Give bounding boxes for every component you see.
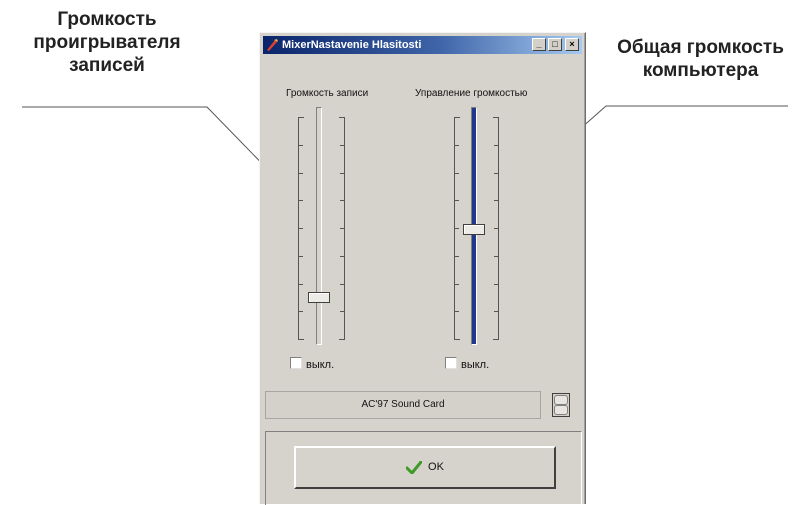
slider-tick: [494, 173, 499, 174]
record-mute-checkbox[interactable]: выкл.: [290, 357, 334, 371]
slider-tick: [298, 256, 303, 257]
slider-tick: [340, 117, 345, 118]
ok-label: OK: [428, 461, 444, 473]
mixer-window: MixerNastavenie Hlasitosti _ □ × Громкос…: [259, 32, 586, 505]
slider-tick: [298, 173, 303, 174]
slider-tick: [298, 311, 303, 312]
callout-master-volume: Общая громкость компьютера: [590, 36, 811, 82]
slider-tick: [454, 200, 459, 201]
slider-tick: [298, 200, 303, 201]
slider-tick: [494, 339, 499, 340]
slider-tick: [298, 339, 303, 340]
close-icon: ×: [569, 39, 575, 49]
slider-tick: [494, 311, 499, 312]
speaker-app-icon: [267, 39, 278, 51]
slider-tick: [340, 311, 345, 312]
slider-tick: [454, 311, 459, 312]
slider-tick: [340, 145, 345, 146]
slider-tick: [454, 228, 459, 229]
checkbox-box[interactable]: [445, 357, 457, 369]
callout-line: Общая громкость: [617, 37, 784, 58]
slider-tick: [494, 228, 499, 229]
slider-tick: [494, 117, 499, 118]
minimize-button[interactable]: _: [532, 38, 546, 51]
slider-tick: [454, 284, 459, 285]
maximize-icon: □: [552, 39, 558, 49]
ok-button[interactable]: OK: [294, 446, 556, 489]
callout-line: записей: [69, 55, 145, 76]
slider-tick: [454, 339, 459, 340]
maximize-button[interactable]: □: [548, 38, 562, 51]
sound-device-field[interactable]: AC'97 Sound Card: [265, 391, 541, 419]
slider-tick: [340, 228, 345, 229]
slider-tick: [454, 173, 459, 174]
slider-tick: [494, 284, 499, 285]
callout-record-volume: Громкость проигрывателя записей: [0, 8, 214, 77]
slider-tick-scale: [494, 117, 499, 340]
slider-tick: [454, 256, 459, 257]
record-mute-label: выкл.: [306, 359, 335, 371]
checkbox-box[interactable]: [290, 357, 302, 369]
minimize-icon: _: [536, 39, 542, 49]
record-volume-slider-thumb[interactable]: [308, 292, 330, 303]
slider-tick: [454, 117, 459, 118]
callout-line: Громкость: [57, 9, 157, 30]
slider-tick: [298, 117, 303, 118]
slider-tick: [454, 145, 459, 146]
slider-tick: [494, 145, 499, 146]
slider-tick-scale: [298, 117, 303, 340]
master-mute-checkbox[interactable]: выкл.: [445, 357, 489, 371]
title-bar[interactable]: MixerNastavenie Hlasitosti _ □ ×: [263, 36, 582, 54]
slider-tick: [298, 145, 303, 146]
slider-tick: [340, 200, 345, 201]
slider-tick: [494, 256, 499, 257]
record-volume-label: Громкость записи: [286, 88, 369, 99]
device-spin-button[interactable]: [552, 393, 570, 417]
slider-tick: [340, 173, 345, 174]
checkmark-icon: [406, 460, 423, 474]
callout-line: проигрывателя: [33, 32, 181, 53]
spin-up-icon[interactable]: [554, 395, 568, 405]
record-slider-track[interactable]: [316, 107, 322, 345]
window-title: MixerNastavenie Hlasitosti: [282, 39, 422, 51]
master-volume-slider-thumb[interactable]: [463, 224, 485, 235]
slider-tick: [494, 200, 499, 201]
slider-tick: [298, 284, 303, 285]
slider-tick-scale: [454, 117, 459, 340]
slider-tick: [340, 256, 345, 257]
close-button[interactable]: ×: [565, 38, 579, 51]
spin-down-icon[interactable]: [554, 405, 568, 415]
slider-tick: [340, 284, 345, 285]
callout-line: компьютера: [642, 60, 759, 81]
slider-tick: [340, 339, 345, 340]
master-mute-label: выкл.: [461, 359, 490, 371]
slider-tick-scale: [340, 117, 345, 340]
button-panel: OK: [265, 431, 582, 505]
slider-tick: [298, 228, 303, 229]
master-volume-label: Управление громкостью: [415, 88, 528, 99]
